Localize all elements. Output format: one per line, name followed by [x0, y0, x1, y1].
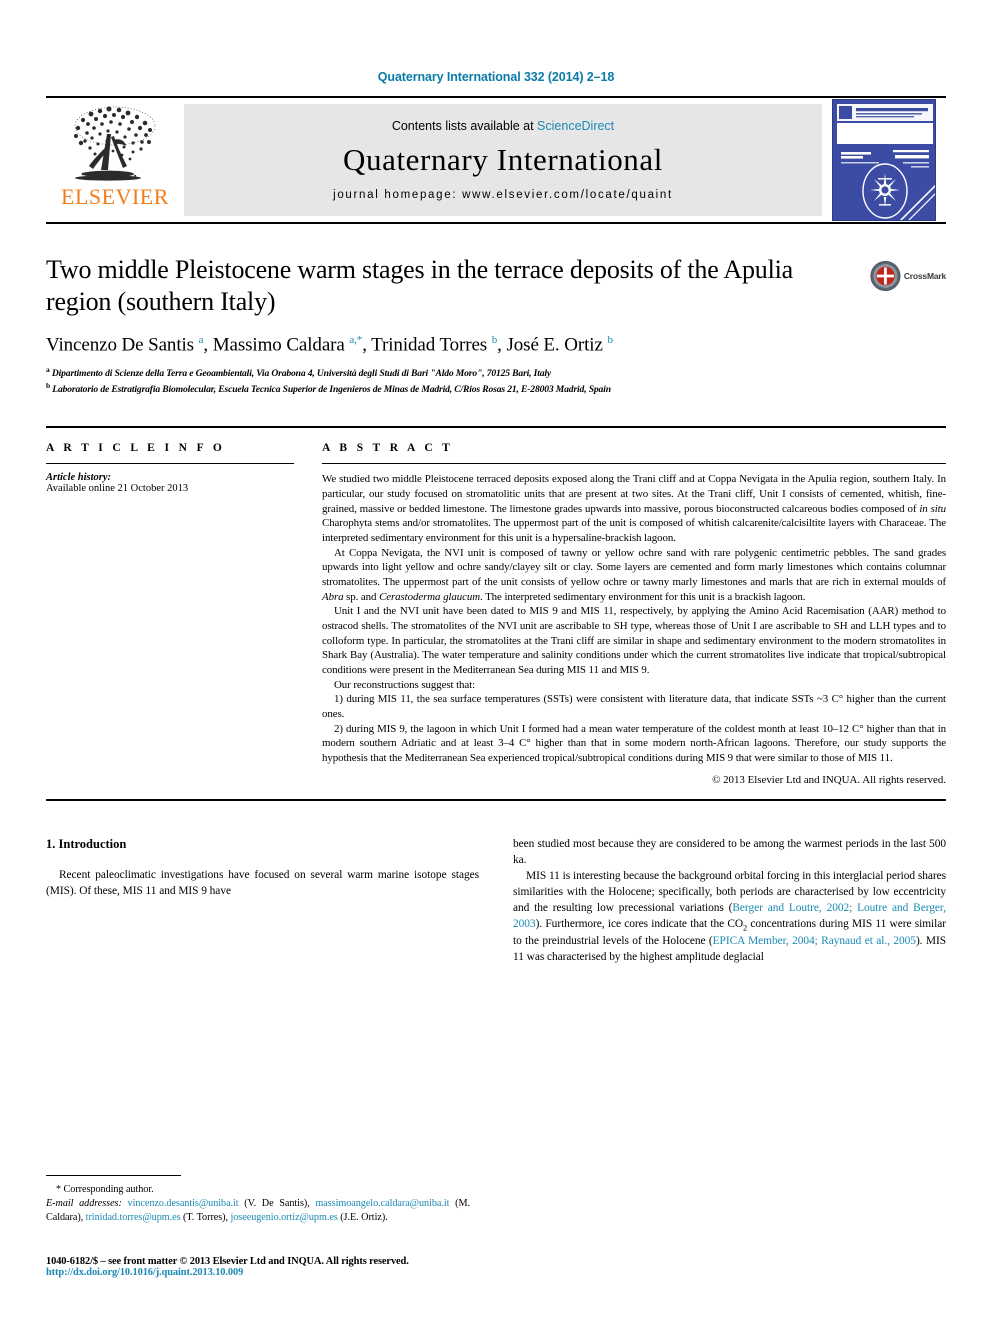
body-column-left: 1. Introduction Recent paleoclimatic inv… [46, 837, 479, 965]
affiliation-list: a Dipartimento di Scienze della Terra e … [46, 365, 946, 397]
affiliation-b: b Laboratorio de Estratigrafia Biomolecu… [46, 380, 611, 395]
doi-link[interactable]: http://dx.doi.org/10.1016/j.quaint.2013.… [46, 1267, 566, 1278]
abstract-paragraph: Unit I and the NVI unit have been dated … [322, 605, 946, 676]
info-abstract-section: A R T I C L E I N F O Article history: A… [46, 426, 946, 786]
intro-continuation: been studied most because they are consi… [513, 838, 946, 867]
article-info-rule [46, 463, 294, 465]
journal-masthead: ELSEVIER Contents lists available at Sci… [46, 96, 946, 224]
intro-paragraph-left: Recent paleoclimatic investigations have… [46, 869, 479, 898]
article-history-value: Available online 21 October 2013 [46, 483, 189, 495]
page-footer: 1040-6182/$ – see front matter © 2013 El… [46, 1256, 566, 1278]
journal-homepage-link[interactable]: journal homepage: www.elsevier.com/locat… [333, 189, 673, 201]
footnote-block: * Corresponding author. E-mail addresses… [46, 1174, 470, 1225]
article-history-label: Article history: [46, 472, 112, 484]
abstract-paragraph: 1) during MIS 11, the sea surface temper… [322, 693, 946, 720]
abstract-column: A B S T R A C T We studied two middle Pl… [322, 442, 946, 786]
abstract-paragraph: 2) during MIS 9, the lagoon in which Uni… [322, 722, 946, 764]
abstract-rule [322, 463, 946, 465]
crossmark-icon [870, 260, 901, 292]
article-header: Two middle Pleistocene warm stages in th… [46, 254, 946, 396]
journal-title: Quaternary International [343, 142, 663, 177]
body-column-right: been studied most because they are consi… [513, 837, 946, 965]
page-title: Two middle Pleistocene warm stages in th… [46, 255, 793, 316]
abstract-heading: A B S T R A C T [322, 442, 454, 455]
contents-prefix: Contents lists available at [391, 119, 538, 133]
journal-cover-block [822, 98, 946, 222]
intro-paragraph-right: MIS 11 is interesting because the backgr… [513, 870, 946, 963]
issn-copyright-line: 1040-6182/$ – see front matter © 2013 El… [46, 1256, 409, 1267]
introduction-heading: 1. Introduction [46, 837, 127, 852]
running-head: Quaternary International 332 (2014) 2–18 [377, 70, 615, 84]
abstract-copyright: © 2013 Elsevier Ltd and INQUA. All right… [712, 774, 946, 787]
author-list: Vincenzo De Santis a, Massimo Caldara a,… [46, 334, 613, 356]
email-addresses-note: E-mail addresses: vincenzo.desantis@unib… [46, 1197, 470, 1225]
sciencedirect-link[interactable]: ScienceDirect [537, 119, 614, 133]
paper-page: Quaternary International 332 (2014) 2–18 [0, 0, 992, 1323]
elsevier-wordmark: ELSEVIER [61, 184, 169, 209]
email-addresses-label: E-mail addresses: [46, 1197, 122, 1209]
journal-cover-thumbnail [832, 99, 936, 221]
article-info-column: A R T I C L E I N F O Article history: A… [46, 442, 294, 786]
abstract-paragraph: At Coppa Nevigata, the NVI unit is compo… [322, 546, 946, 603]
affiliation-a: a Dipartimento di Scienze della Terra e … [46, 364, 552, 379]
crossmark-badge[interactable]: CrossMark [870, 248, 946, 304]
elsevier-logo-block: ELSEVIER [46, 98, 184, 222]
abstract-paragraph: We studied two middle Pleistocene terrac… [322, 473, 946, 544]
corresponding-author-note: * Corresponding author. [56, 1183, 154, 1195]
abstract-body: We studied two middle Pleistocene terrac… [322, 472, 946, 765]
body-columns: 1. Introduction Recent paleoclimatic inv… [46, 837, 946, 965]
journal-band: Contents lists available at ScienceDirec… [184, 104, 822, 216]
article-info-heading: A R T I C L E I N F O [46, 442, 226, 455]
abstract-bottom-rule [46, 799, 946, 802]
elsevier-tree-icon [74, 106, 156, 181]
abstract-paragraph: Our reconstructions suggest that: [334, 678, 476, 691]
footnote-rule [46, 1174, 181, 1176]
crossmark-label: CrossMark [903, 271, 946, 281]
contents-available-line: Contents lists available at ScienceDirec… [392, 119, 614, 133]
cover-art-icon [833, 100, 935, 220]
